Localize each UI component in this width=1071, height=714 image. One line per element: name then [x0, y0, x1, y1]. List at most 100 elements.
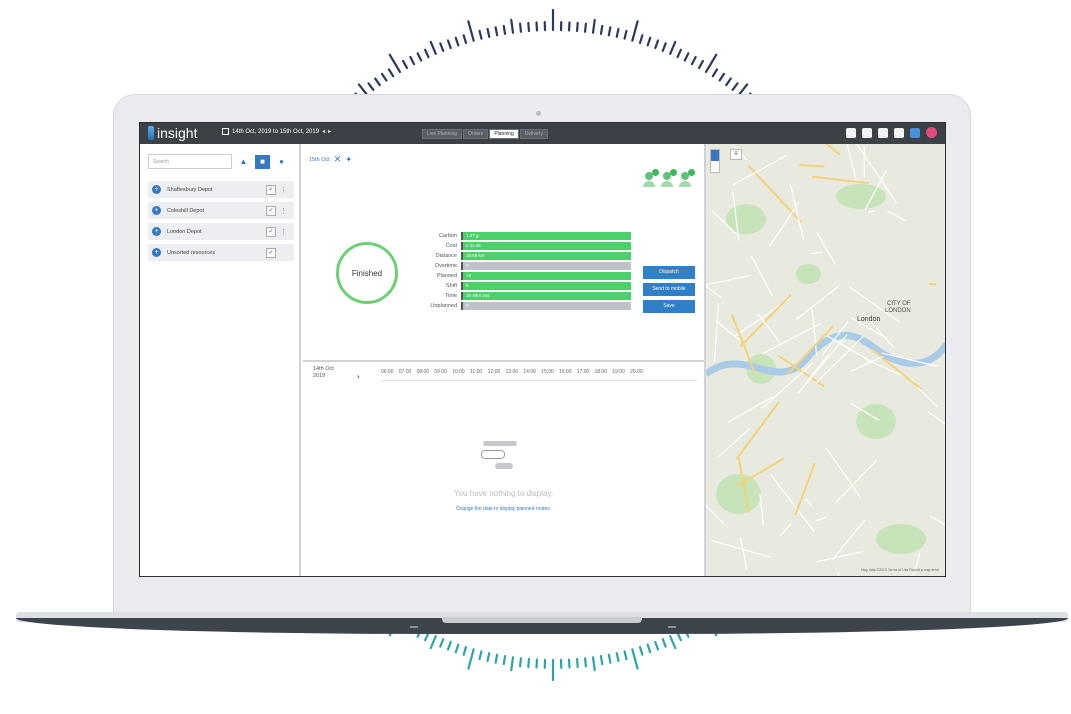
hour-label: 11:00	[469, 369, 483, 375]
depot-label: London Depot	[167, 228, 202, 235]
timeline-date-line1: 14th Oct	[313, 366, 334, 372]
metric-track: 1.37 g	[461, 231, 631, 240]
metric-track: 1h 49m 24s	[461, 291, 631, 300]
laptop-notch	[442, 617, 642, 623]
hour-label: 10:00	[452, 369, 465, 375]
person-icon	[678, 169, 695, 188]
zoom-in-icon[interactable]	[711, 150, 719, 161]
date-range-picker[interactable]: 14th Oct, 2019 to 15th Oct, 2019 ◂ ▸	[222, 128, 331, 135]
metric-bar: 0	[463, 261, 631, 270]
mode-tab[interactable]: Orders	[463, 129, 489, 139]
empty-message: You have nothing to display.	[453, 489, 554, 498]
mail-icon[interactable]	[894, 127, 904, 138]
vehicle-filter-icon[interactable]: ■	[255, 154, 270, 169]
prev-date-icon[interactable]: ◂	[322, 128, 325, 135]
logo-icon	[148, 126, 154, 140]
timeline-date: 14th Oct 2019	[313, 366, 334, 380]
depot-checkbox[interactable]: ✓	[266, 205, 276, 216]
expand-plus-icon[interactable]: +	[152, 206, 161, 215]
person-filter-icon[interactable]: ▲	[236, 155, 251, 169]
depot-item[interactable]: + Unsorted resources ✓	[148, 244, 294, 261]
route-summary-panel: 15th Oct ✕ ✦ Finished Carbon 1.37 g Cost £ …	[303, 144, 704, 362]
kebab-menu-icon[interactable]: ⋮	[280, 228, 287, 236]
hour-label: 20:00	[630, 369, 643, 375]
hour-label: 07:00	[398, 369, 412, 375]
kebab-menu-icon[interactable]: ⋮	[280, 186, 287, 194]
depot-item[interactable]: + Coleshill Depot ✓ ⋮	[148, 202, 294, 219]
expand-plus-icon[interactable]: +	[152, 185, 161, 194]
metric-label: Carbon	[438, 232, 457, 239]
avatar[interactable]	[926, 127, 937, 138]
metric-row: Carbon 1.37 g	[403, 231, 631, 241]
metric-row: Cost £ 11.49	[403, 241, 631, 251]
metric-track: 0	[461, 301, 631, 310]
expand-plus-icon[interactable]: +	[152, 227, 161, 236]
depot-checkbox[interactable]: ✓	[266, 184, 276, 195]
metric-label: Time	[444, 292, 457, 299]
window-icon[interactable]	[862, 127, 872, 138]
metric-row: Distance 10.69 km	[403, 251, 631, 261]
depot-label: Unsorted resources	[167, 249, 215, 256]
depot-checkbox[interactable]: ✓	[266, 226, 276, 237]
hour-label: 08:00	[416, 369, 430, 375]
search-row: Search ▲ ■ ●	[148, 154, 289, 169]
metric-track: £ 11.49	[461, 241, 631, 250]
map-attribution: Map data ©2019 Terms of Use Report a map…	[861, 568, 939, 572]
next-date-icon[interactable]: ▸	[328, 128, 331, 135]
add-icon[interactable]: ✦	[345, 155, 352, 164]
hour-label: 18:00	[594, 369, 608, 375]
metric-row: Unplanned 0	[403, 301, 631, 311]
sidebar: Search ▲ ■ ● + Shaftesbury Depot ✓ ⋮ + Colesh…	[140, 144, 301, 576]
app-brand: insight	[157, 125, 198, 141]
search-input[interactable]: Search	[148, 154, 232, 169]
status-ring: Finished	[336, 242, 398, 304]
metric-label: Overtime	[434, 262, 457, 269]
metric-label: Unplanned	[430, 302, 457, 309]
hour-label: 12:00	[487, 369, 501, 375]
home-icon[interactable]	[846, 127, 856, 138]
depot-label: Shaftesbury Depot	[167, 186, 213, 193]
zoom-control[interactable]	[710, 149, 720, 173]
metrics-chart: Carbon 1.37 g Cost £ 11.49 Distance 10.69 km O…	[403, 231, 631, 311]
mode-tab[interactable]: Planning	[489, 129, 519, 139]
metric-track: 0	[461, 261, 631, 270]
empty-link[interactable]: Change the date to display planned route…	[303, 506, 704, 512]
settings-icon[interactable]: ●	[274, 155, 289, 169]
summary-header: 15th Oct ✕ ✦	[309, 154, 352, 165]
close-icon[interactable]: ✕	[334, 154, 342, 165]
metric-label: Cost	[445, 242, 457, 249]
depot-checkbox[interactable]: ✓	[266, 247, 276, 258]
app-logo: insight	[148, 125, 197, 141]
send-to-mobile-button[interactable]: Send to mobile	[643, 283, 695, 296]
calendar-icon	[222, 128, 229, 135]
metric-bar: 1h 49m 24s	[463, 291, 631, 300]
map-roads	[706, 144, 945, 576]
hour-label: 09:00	[434, 369, 447, 375]
expand-plus-icon[interactable]: +	[152, 248, 161, 257]
hour-scale: 06:00 07:00 08:00 09:00 10:00 11:00 12:00 13:00…	[381, 369, 648, 375]
save-button[interactable]: Save	[643, 300, 695, 313]
dispatch-button[interactable]: Dispatch	[643, 266, 695, 279]
grid-icon[interactable]	[910, 127, 920, 138]
mode-tab[interactable]: Delivery	[519, 129, 548, 139]
hour-label: 13:00	[505, 369, 519, 375]
kebab-menu-icon[interactable]: ⋮	[280, 207, 287, 215]
date-range-text: 14th Oct, 2019 to 15th Oct, 2019	[232, 128, 320, 135]
metric-row: Time 1h 49m 24s	[403, 291, 631, 301]
depot-item[interactable]: + London Depot ✓ ⋮	[148, 223, 294, 240]
expand-arrow-icon[interactable]: ›	[357, 372, 360, 381]
mode-tab[interactable]: Live Planning	[422, 129, 463, 139]
metric-row: Planned 12	[403, 271, 631, 281]
depot-item[interactable]: + Shaftesbury Depot ✓ ⋮	[148, 181, 294, 198]
metric-bar: 8	[463, 281, 631, 290]
metric-label: Distance	[435, 252, 457, 259]
hinge-mark	[668, 626, 676, 628]
depot-label: Coleshill Depot	[167, 207, 204, 214]
map-panel[interactable]: ≡ CITY OF LONDON London Map data ©2019 T…	[704, 144, 945, 576]
summary-date-tab[interactable]: 15th Oct	[309, 157, 330, 163]
document-icon[interactable]	[878, 127, 888, 138]
mode-tabs: Live Planning Orders Planning Delivery	[422, 129, 548, 139]
empty-state-icon	[481, 441, 517, 469]
layers-icon[interactable]: ≡	[730, 149, 742, 160]
timeline-panel: 14th Oct 2019 › 06:00 07:00 08:00 09:00 10:0…	[303, 362, 704, 576]
